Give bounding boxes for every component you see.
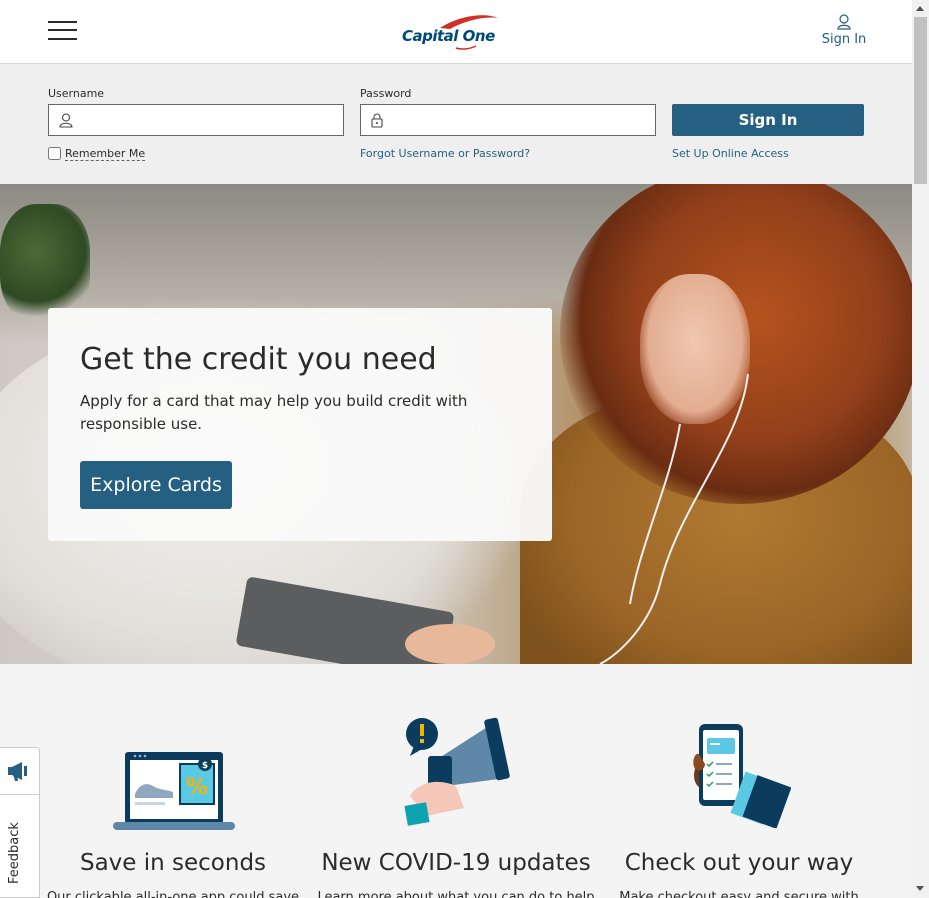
login-band: Username Password Sign In Remember Me Fo…	[0, 64, 912, 184]
feature-title: Save in seconds	[79, 850, 267, 876]
username-input[interactable]	[83, 107, 333, 133]
feature-description: Our clickable all-in-one app could save	[46, 890, 300, 898]
megaphone-icon	[8, 762, 27, 781]
user-icon	[59, 113, 73, 128]
feature-covid-updates[interactable]: New COVID-19 updates Learn more about wh…	[316, 664, 596, 898]
site-header: Capital One Sign In	[0, 0, 912, 64]
scroll-up-arrow-icon[interactable]	[916, 6, 924, 11]
feature-save-in-seconds[interactable]: % $ Save in seconds Our clickable all-in…	[33, 664, 313, 898]
remember-me-label: Remember Me	[65, 147, 146, 161]
feature-title: Check out your way	[624, 850, 854, 876]
feature-title: New COVID-19 updates	[321, 850, 591, 876]
features-section: % $ Save in seconds Our clickable all-in…	[0, 664, 912, 898]
feedback-label: Feedback	[7, 822, 22, 884]
hero-photo-plant	[0, 204, 90, 324]
laptop-discount-icon: % $	[113, 752, 235, 830]
feature-check-out[interactable]: Check out your way Make checkout easy an…	[599, 664, 879, 898]
forgot-credentials-link[interactable]: Forgot Username or Password?	[360, 147, 530, 160]
hero-banner: Get the credit you need Apply for a card…	[0, 184, 912, 664]
scrollbar-thumb[interactable]	[914, 17, 927, 184]
password-label: Password	[360, 87, 412, 100]
setup-online-access-link[interactable]: Set Up Online Access	[672, 147, 789, 160]
feedback-divider	[0, 794, 39, 795]
username-label: Username	[48, 87, 105, 100]
phone-checklist-icon	[693, 724, 791, 828]
capital-one-logo[interactable]: Capital One	[400, 14, 506, 52]
scroll-down-arrow-icon[interactable]	[916, 886, 924, 891]
feature-description: Learn more about what you can do to help	[317, 890, 595, 898]
feedback-tab[interactable]: Feedback	[0, 747, 40, 898]
header-sign-in-link[interactable]: Sign In	[818, 14, 870, 54]
username-field[interactable]	[48, 104, 344, 136]
hero-photo-hand	[405, 624, 495, 664]
hero-card: Get the credit you need Apply for a card…	[48, 308, 552, 541]
logo-wordmark: Capital One	[402, 27, 495, 45]
password-input[interactable]	[395, 107, 645, 133]
lock-icon	[371, 113, 383, 128]
person-icon	[837, 14, 851, 30]
header-sign-in-label: Sign In	[821, 32, 867, 47]
svg-text:%: %	[186, 775, 208, 800]
remember-me-input[interactable]	[48, 147, 61, 160]
password-field[interactable]	[360, 104, 656, 136]
hero-title: Get the credit you need	[80, 342, 437, 377]
vertical-scrollbar[interactable]	[912, 0, 929, 898]
hero-description: Apply for a card that may help you build…	[80, 392, 468, 433]
hero-photo-earphone-cable	[599, 373, 749, 664]
sign-in-button[interactable]: Sign In	[672, 104, 864, 136]
megaphone-icon	[404, 717, 510, 826]
svg-text:$: $	[202, 761, 208, 771]
explore-cards-button[interactable]: Explore Cards	[80, 461, 232, 509]
hamburger-menu-icon[interactable]	[48, 21, 78, 41]
feature-description: Make checkout easy and secure with	[619, 890, 859, 898]
